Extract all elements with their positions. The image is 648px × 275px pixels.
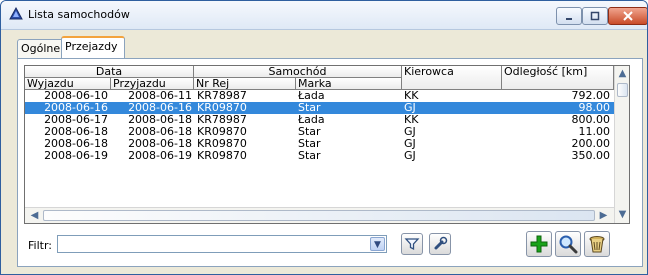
plus-icon — [530, 235, 548, 253]
table-row-selected[interactable]: 2008-06-16 2008-06-16 KR09870 Star GJ 98… — [25, 102, 615, 114]
app-window: Lista samochodów Ogólne Przejazdy Data S… — [0, 0, 648, 275]
cell-marka: Star — [298, 126, 321, 138]
cell-przyjazdu: 2008-06-11 — [128, 90, 192, 102]
cell-marka: Łada — [298, 114, 325, 126]
table-row[interactable]: 2008-06-19 2008-06-19 KR09870 Star GJ 35… — [25, 150, 615, 162]
group-header-data[interactable]: Data — [25, 66, 194, 78]
vertical-scrollbar[interactable]: ▲ ▼ — [614, 66, 629, 223]
filter-button[interactable] — [401, 233, 423, 255]
wrench-icon — [434, 236, 448, 250]
cell-kierowca: GJ — [404, 138, 416, 150]
cell-marka: Star — [298, 138, 321, 150]
cell-kierowca: KK — [404, 114, 419, 126]
filter-label: Filtr: — [28, 239, 52, 252]
cell-nr-rej: KR09870 — [197, 126, 247, 138]
maximize-button[interactable] — [582, 7, 608, 25]
cell-nr-rej: KR09870 — [197, 138, 247, 150]
cell-marka: Łada — [298, 90, 325, 102]
cell-przyjazdu: 2008-06-18 — [128, 138, 192, 150]
cell-kierowca: GJ — [404, 102, 416, 114]
settings-button[interactable] — [429, 233, 451, 255]
cell-kierowca: GJ — [404, 126, 416, 138]
window-title: Lista samochodów — [28, 8, 130, 21]
vertical-scroll-thumb[interactable] — [617, 83, 628, 97]
cell-przyjazdu: 2008-06-18 — [128, 126, 192, 138]
tab-przejazdy[interactable]: Przejazdy — [61, 36, 125, 60]
filter-combobox[interactable]: ▼ — [57, 235, 387, 253]
column-header-przyjazdu[interactable]: Przyjazdu — [111, 78, 194, 90]
cell-nr-rej: KR78987 — [197, 114, 247, 126]
cell-przyjazdu: 2008-06-19 — [128, 150, 192, 162]
delete-button[interactable] — [584, 231, 610, 257]
cell-wyjazdu: 2008-06-19 — [44, 150, 108, 162]
app-icon — [9, 6, 23, 21]
cell-wyjazdu: 2008-06-10 — [44, 90, 108, 102]
cell-kierowca: GJ — [404, 150, 416, 162]
magnifier-icon — [559, 235, 578, 254]
search-button[interactable] — [555, 231, 581, 257]
scroll-up-arrow-icon[interactable]: ▲ — [615, 66, 629, 81]
tab-ogolne[interactable]: Ogólne — [17, 39, 64, 58]
column-header-odleglosc[interactable]: Odległość [km] — [502, 66, 614, 90]
cell-wyjazdu: 2008-06-18 — [44, 126, 108, 138]
minimize-icon — [566, 18, 572, 20]
cell-odleglosc: 200.00 — [571, 138, 611, 150]
group-header-samochod[interactable]: Samochód — [194, 66, 402, 78]
table-row[interactable]: 2008-06-18 2008-06-18 KR09870 Star GJ 11… — [25, 126, 615, 138]
cell-odleglosc: 98.00 — [578, 102, 611, 114]
cell-wyjazdu: 2008-06-18 — [44, 138, 108, 150]
cell-wyjazdu: 2008-06-17 — [44, 114, 108, 126]
cell-nr-rej: KR09870 — [197, 102, 247, 114]
column-header-kierowca[interactable]: Kierowca — [402, 66, 502, 90]
cell-nr-rej: KR09870 — [197, 150, 247, 162]
scroll-right-arrow-icon[interactable]: ▶ — [596, 208, 611, 223]
chevron-down-icon[interactable]: ▼ — [370, 237, 385, 251]
cell-przyjazdu: 2008-06-16 — [128, 102, 192, 114]
cell-marka: Star — [298, 150, 321, 162]
scroll-down-arrow-icon[interactable]: ▼ — [615, 207, 629, 222]
minimize-button[interactable] — [556, 7, 582, 25]
column-header-nr-rej[interactable]: Nr Rej — [194, 78, 296, 90]
funnel-icon — [404, 238, 420, 251]
cell-odleglosc: 800.00 — [571, 114, 611, 126]
cell-odleglosc: 792.00 — [571, 90, 611, 102]
table-row[interactable]: 2008-06-10 2008-06-11 KR78987 Łada KK 79… — [25, 90, 615, 102]
add-button[interactable] — [526, 231, 552, 257]
przejazdy-panel: Data Samochód Kierowca Odległość [km] Wy… — [17, 58, 643, 267]
table-row[interactable]: 2008-06-18 2008-06-18 KR09870 Star GJ 20… — [25, 138, 615, 150]
maximize-icon — [590, 11, 600, 21]
column-header-wyjazdu[interactable]: Wyjazdu — [25, 78, 111, 90]
table-row[interactable]: 2008-06-17 2008-06-18 KR78987 Łada KK 80… — [25, 114, 615, 126]
cell-wyjazdu: 2008-06-16 — [44, 102, 108, 114]
trash-icon — [589, 236, 605, 253]
trips-grid[interactable]: Data Samochód Kierowca Odległość [km] Wy… — [24, 65, 630, 224]
scroll-left-arrow-icon[interactable]: ◀ — [27, 208, 42, 223]
title-bar[interactable]: Lista samochodów — [1, 1, 647, 30]
cell-odleglosc: 11.00 — [578, 126, 611, 138]
close-icon — [623, 11, 633, 21]
cell-przyjazdu: 2008-06-18 — [128, 114, 192, 126]
cell-nr-rej: KR78987 — [197, 90, 247, 102]
horizontal-scrollbar[interactable]: ◀ ▶ — [25, 207, 614, 223]
column-header-marka[interactable]: Marka — [296, 78, 402, 90]
cell-kierowca: KK — [404, 90, 419, 102]
close-button[interactable] — [608, 7, 647, 25]
horizontal-scroll-thumb[interactable] — [43, 210, 595, 221]
cell-marka: Star — [298, 102, 321, 114]
cell-odleglosc: 350.00 — [571, 150, 611, 162]
